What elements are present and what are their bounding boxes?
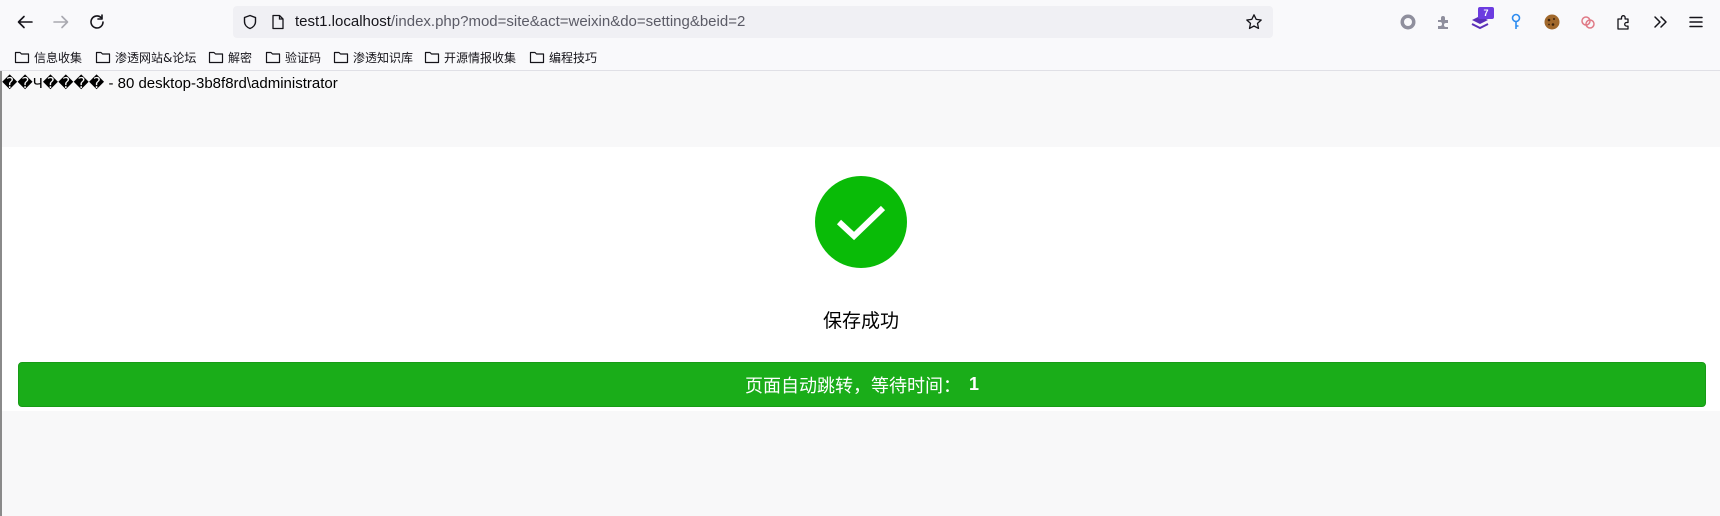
folder-icon	[424, 51, 440, 64]
folder-icon	[14, 51, 30, 64]
bookmark-folder[interactable]: 验证码	[265, 47, 321, 67]
bookmark-label: 信息收集	[34, 50, 83, 65]
success-check-icon	[815, 176, 907, 268]
shield-icon[interactable]	[241, 13, 259, 31]
puzzle-addon-icon[interactable]	[1432, 10, 1456, 34]
bookmark-folder[interactable]: 编程技巧	[529, 47, 597, 67]
cookie-icon[interactable]	[1540, 10, 1564, 34]
bookmark-label: 开源情报收集	[444, 50, 517, 65]
bookmark-folder[interactable]: 解密	[208, 47, 252, 67]
page-icon[interactable]	[269, 13, 287, 31]
forward-button[interactable]	[49, 10, 73, 34]
link-circles-icon[interactable]	[1576, 10, 1600, 34]
folder-icon	[95, 51, 111, 64]
arrow-right-icon	[53, 15, 69, 29]
folder-icon	[333, 51, 349, 64]
bookmark-folder[interactable]: 渗透知识库	[333, 47, 413, 67]
bookmark-folder[interactable]: 信息收集	[14, 47, 82, 67]
arrow-left-icon	[17, 15, 33, 29]
message-card: 保存成功 页面自动跳转，等待时间： 1	[2, 147, 1720, 411]
folder-icon	[529, 51, 545, 64]
bookmark-label: 编程技巧	[549, 50, 598, 65]
url-host: test1.localhost	[295, 13, 391, 30]
browser-toolbar: test1.localhost/index.php?mod=site&act=w…	[0, 0, 1720, 43]
reload-icon	[90, 14, 104, 29]
key-pin-icon[interactable]	[1504, 10, 1528, 34]
back-button[interactable]	[13, 10, 37, 34]
bookmark-label: 渗透知识库	[353, 50, 414, 65]
url-text[interactable]: test1.localhost/index.php?mod=site&act=w…	[295, 13, 745, 30]
bookmarks-toolbar: 信息收集 渗透网站&论坛 解密 验证码 渗透知识库 开源情报收集 编程技巧	[0, 43, 1720, 71]
url-path: /index.php?mod=site&act=weixin&do=settin…	[390, 13, 746, 30]
redirect-label: 页面自动跳转，等待时间：	[744, 375, 961, 397]
hackbar-badge: 7	[1478, 7, 1494, 19]
bookmark-label: 解密	[228, 50, 253, 65]
hackbar-icon[interactable]: 7	[1468, 7, 1494, 34]
command-output-text: ��Ч���� - 80 desktop-3b8f8rd\administrat…	[2, 75, 338, 92]
bookmark-folder[interactable]: 开源情报收集	[424, 47, 516, 67]
folder-icon	[265, 51, 281, 64]
bookmark-label: 验证码	[285, 50, 322, 65]
success-message: 保存成功	[822, 310, 899, 332]
bookmark-folder[interactable]: 渗透网站&论坛	[95, 47, 196, 67]
bookmark-star-icon[interactable]	[1245, 13, 1263, 31]
record-icon[interactable]	[1396, 10, 1420, 34]
folder-icon	[208, 51, 224, 64]
redirect-button[interactable]: 页面自动跳转，等待时间： 1	[18, 362, 1706, 407]
address-bar[interactable]: test1.localhost/index.php?mod=site&act=w…	[233, 6, 1273, 38]
hamburger-menu-icon[interactable]	[1684, 10, 1708, 34]
page-content: ��Ч���� - 80 desktop-3b8f8rd\administrat…	[0, 71, 1720, 516]
overflow-chevrons-icon[interactable]	[1648, 10, 1672, 34]
bookmark-label: 渗透网站&论坛	[115, 50, 197, 65]
reload-button[interactable]	[85, 10, 109, 34]
countdown-value: 1	[968, 374, 979, 394]
extensions-icon[interactable]	[1612, 10, 1636, 34]
